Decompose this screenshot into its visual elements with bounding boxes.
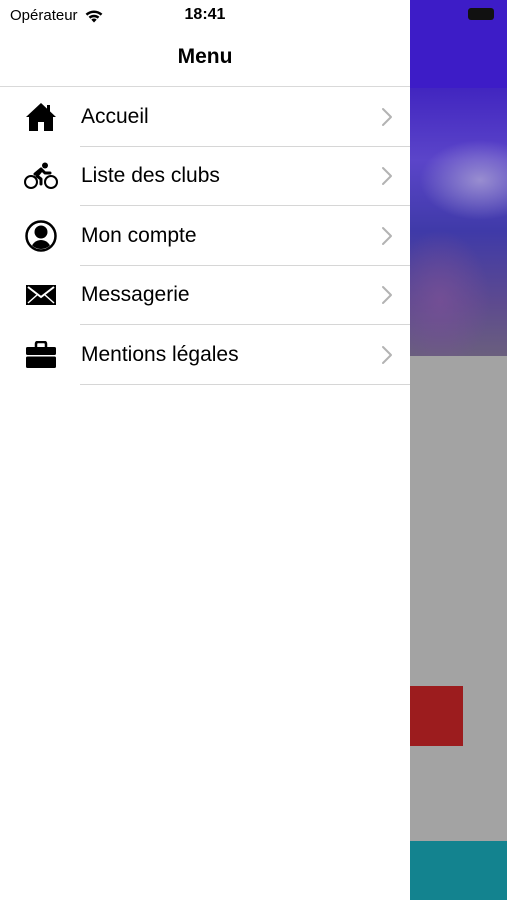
menu-item-messagerie[interactable]: Messagerie <box>0 266 410 326</box>
status-clock: 18:41 <box>184 6 226 23</box>
bicycle-rider-icon <box>24 159 58 193</box>
menu-item-liste-des-clubs[interactable]: Liste des clubs <box>0 147 410 207</box>
menu-item-label: Liste des clubs <box>81 164 220 188</box>
briefcase-icon <box>24 338 58 372</box>
menu-item-label: Mon compte <box>81 223 197 247</box>
menu-item-mon-compte[interactable]: Mon compte <box>0 206 410 266</box>
chevron-right-icon <box>382 107 392 126</box>
background-teal-bar[interactable] <box>410 841 507 900</box>
envelope-icon <box>24 278 58 312</box>
status-bar: Opérateur 18:41 <box>0 0 410 30</box>
background-red-button[interactable] <box>410 686 463 746</box>
menu-item-label: Messagerie <box>81 283 190 307</box>
side-menu-drawer: Opérateur 18:41 Menu Accueil Liste des c… <box>0 0 410 900</box>
chevron-right-icon <box>382 167 392 186</box>
menu-list: Accueil Liste des clubs Mon compte Messa… <box>0 87 410 385</box>
chevron-right-icon <box>382 226 392 245</box>
chevron-right-icon <box>382 286 392 305</box>
navigation-bar: Menu <box>0 30 410 87</box>
menu-item-accueil[interactable]: Accueil <box>0 87 410 147</box>
menu-item-label: Accueil <box>81 104 149 128</box>
menu-item-mentions-legales[interactable]: Mentions légales <box>0 325 410 385</box>
chevron-right-icon <box>382 345 392 364</box>
page-title: Menu <box>177 44 233 68</box>
battery-icon <box>468 8 494 20</box>
background-app <box>410 0 507 900</box>
home-icon <box>24 100 58 134</box>
menu-item-label: Mentions légales <box>81 342 239 366</box>
user-circle-icon <box>24 219 58 253</box>
